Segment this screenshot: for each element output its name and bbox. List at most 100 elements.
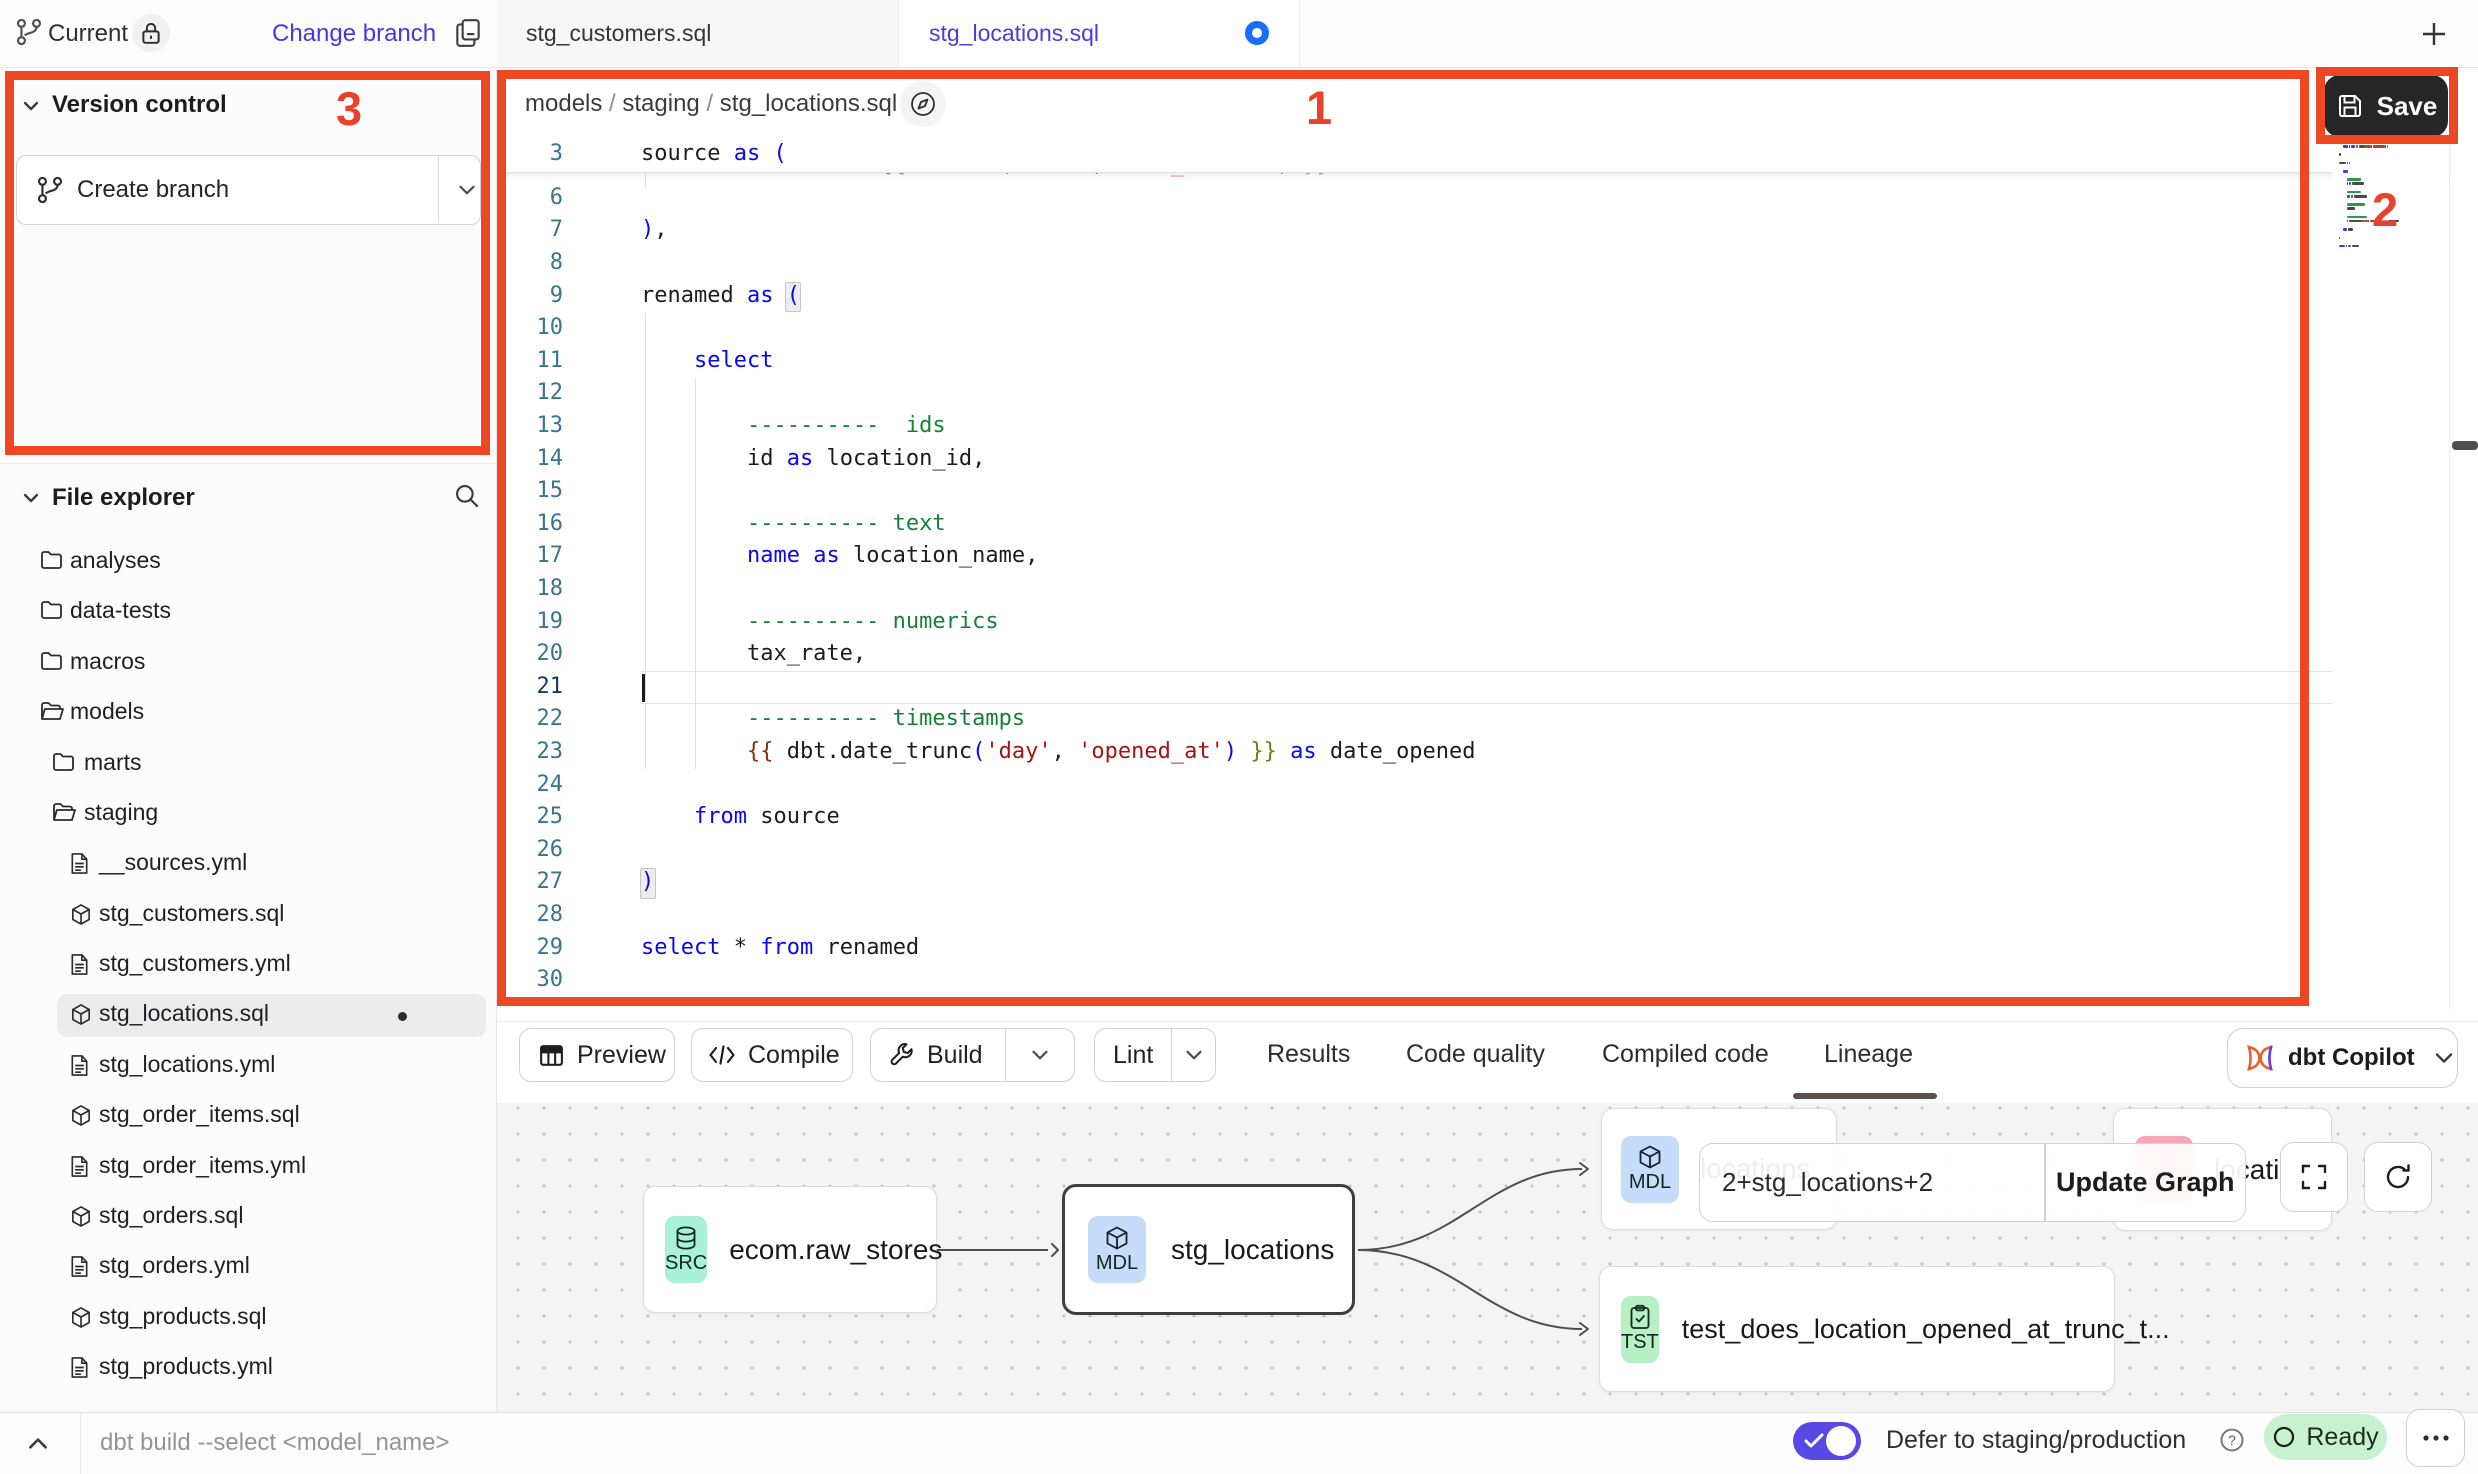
top-bar: Current Change branch stg_customers.sql … <box>0 0 2478 68</box>
lineage-graph[interactable]: SRC ecom.raw_stores MDL stg_locations MD… <box>497 1103 2478 1412</box>
copilot-dropdown-icon[interactable] <box>2431 1045 2457 1071</box>
tree-item-staging[interactable]: staging <box>0 789 497 839</box>
tree-item-stg-products-yml[interactable]: stg_products.yml <box>0 1343 497 1393</box>
yml-icon <box>70 953 89 976</box>
tree-item-stg-orders-sql[interactable]: stg_orders.sql <box>0 1192 497 1242</box>
tree-item-stg-locations-sql[interactable]: stg_locations.sql <box>0 990 497 1040</box>
line-number: 11 <box>503 348 563 373</box>
node-label: test_does_location_opened_at_trunc_t... <box>1682 1314 2170 1345</box>
tab-lineage[interactable]: Lineage <box>1824 1040 1913 1069</box>
version-control-collapse-icon[interactable] <box>20 95 42 117</box>
create-branch-button[interactable]: Create branch <box>16 155 481 225</box>
lineage-controls: 2+stg_locations+2 Update Graph <box>1699 1143 2246 1222</box>
tab-stg-customers-sql[interactable]: stg_customers.sql <box>497 0 899 67</box>
minimap-line <box>2356 145 2358 148</box>
code-token: select <box>694 348 773 373</box>
model-icon <box>70 1003 92 1026</box>
tree-item-stg-order-items-yml[interactable]: stg_order_items.yml <box>0 1142 497 1192</box>
code-line-13: ---------- ids <box>641 413 946 438</box>
change-branch-link[interactable]: Change branch <box>272 20 436 48</box>
dbt-copilot-button[interactable]: dbt Copilot <box>2227 1028 2458 1088</box>
code-editor[interactable]: 5 select * from {{ source('ecom', 'raw_s… <box>497 139 2478 1006</box>
update-graph-button[interactable]: Update Graph <box>2046 1167 2246 1198</box>
branch-area: Current Change branch <box>0 0 497 68</box>
tree-item-label: macros <box>70 648 145 675</box>
lint-button[interactable]: Lint <box>1094 1028 1216 1082</box>
expand-console-icon[interactable] <box>26 1433 50 1455</box>
build-button[interactable]: Build <box>870 1028 1075 1082</box>
code-token: 'day' <box>985 739 1051 764</box>
create-branch-dropdown-icon[interactable] <box>455 178 479 202</box>
clipboard-check-icon <box>1627 1304 1653 1330</box>
test-badge: TST <box>1621 1296 1659 1363</box>
code-token: tax_rate, <box>641 641 866 666</box>
tree-item-models[interactable]: models <box>0 688 497 738</box>
minimap-line <box>2386 220 2388 223</box>
code-token: select <box>641 935 720 960</box>
line-number: 7 <box>503 217 563 242</box>
minimap-line <box>2347 216 2367 219</box>
refresh-icon <box>2383 1162 2413 1192</box>
breadcrumb-staging[interactable]: staging <box>622 90 699 117</box>
compile-button[interactable]: Compile <box>691 1028 853 1082</box>
tree-item-stg-locations-yml[interactable]: stg_locations.yml <box>0 1041 497 1091</box>
lint-dropdown-icon[interactable] <box>1182 1043 1206 1067</box>
tab-code-quality[interactable]: Code quality <box>1406 1040 1545 1069</box>
tab-stg-locations-sql[interactable]: stg_locations.sql <box>899 0 1300 67</box>
preview-button[interactable]: Preview <box>519 1028 675 1082</box>
minimap-line <box>2370 220 2380 223</box>
tab-compiled-code[interactable]: Compiled code <box>1602 1040 1769 1069</box>
minimap-line <box>2352 182 2363 185</box>
code-token: ) <box>641 869 654 894</box>
folder-open-icon <box>40 701 64 721</box>
tab-results[interactable]: Results <box>1267 1040 1350 1069</box>
tree-item-stg-customers-yml[interactable]: stg_customers.yml <box>0 940 497 990</box>
save-button[interactable]: Save <box>2324 75 2448 137</box>
code-token: source <box>641 141 734 166</box>
section-divider <box>0 463 496 464</box>
lineage-selector-input[interactable]: 2+stg_locations+2 <box>1700 1144 2044 1221</box>
defer-toggle[interactable] <box>1793 1422 1861 1460</box>
new-tab-button[interactable] <box>2416 16 2452 52</box>
command-input[interactable]: dbt build --select <model_name> <box>100 1429 450 1457</box>
breadcrumb-file[interactable]: stg_locations.sql <box>720 90 897 117</box>
code-line-7: ), <box>641 217 668 242</box>
minimap[interactable] <box>2332 142 2450 1009</box>
search-icon[interactable] <box>453 482 481 510</box>
code-line-17: name as location_name, <box>641 543 1038 568</box>
code-token: source <box>747 804 840 829</box>
tree-item--sources-yml[interactable]: __sources.yml <box>0 839 497 889</box>
build-dropdown-icon[interactable] <box>1028 1043 1052 1067</box>
tree-item-stg-customers-sql[interactable]: stg_customers.sql <box>0 890 497 940</box>
minimap-line <box>2343 145 2349 148</box>
lint-label: Lint <box>1113 1041 1153 1070</box>
line-number: 9 <box>503 283 563 308</box>
navigate-icon[interactable] <box>900 81 946 127</box>
lineage-node-stg-locations[interactable]: MDL stg_locations <box>1062 1184 1355 1315</box>
help-icon[interactable]: ? <box>2219 1427 2245 1453</box>
tree-item-analyses[interactable]: analyses <box>0 537 497 587</box>
tree-item-macros[interactable]: macros <box>0 638 497 688</box>
refresh-button[interactable] <box>2364 1142 2432 1212</box>
breadcrumb: models / staging / stg_locations.sql <box>525 90 897 118</box>
minimap-line <box>2347 162 2349 165</box>
compile-label: Compile <box>748 1041 840 1070</box>
tree-item-stg-order-items-sql[interactable]: stg_order_items.sql <box>0 1091 497 1141</box>
breadcrumb-models[interactable]: models <box>525 90 602 117</box>
lineage-node-test[interactable]: TST test_does_location_opened_at_trunc_t… <box>1599 1266 2115 1392</box>
tree-item-data-tests[interactable]: data-tests <box>0 587 497 637</box>
tree-item-marts[interactable]: marts <box>0 739 497 789</box>
tree-item-label: stg_orders.yml <box>99 1252 250 1279</box>
lineage-node-ecom-raw-stores[interactable]: SRC ecom.raw_stores <box>643 1186 937 1313</box>
tree-item-stg-products-sql[interactable]: stg_products.sql <box>0 1293 497 1343</box>
copy-icon[interactable] <box>453 17 483 49</box>
scrollbar-thumb[interactable] <box>2452 441 2478 450</box>
badge-label: SRC <box>665 1252 707 1275</box>
fullscreen-button[interactable] <box>2280 1142 2348 1212</box>
tree-item-stg-orders-yml[interactable]: stg_orders.yml <box>0 1242 497 1292</box>
tree-item-label: stg_order_items.yml <box>99 1152 306 1179</box>
indent-guide <box>645 313 646 769</box>
more-options-button[interactable] <box>2406 1409 2465 1467</box>
line-number: 20 <box>503 641 563 666</box>
file-explorer-collapse-icon[interactable] <box>20 487 42 509</box>
